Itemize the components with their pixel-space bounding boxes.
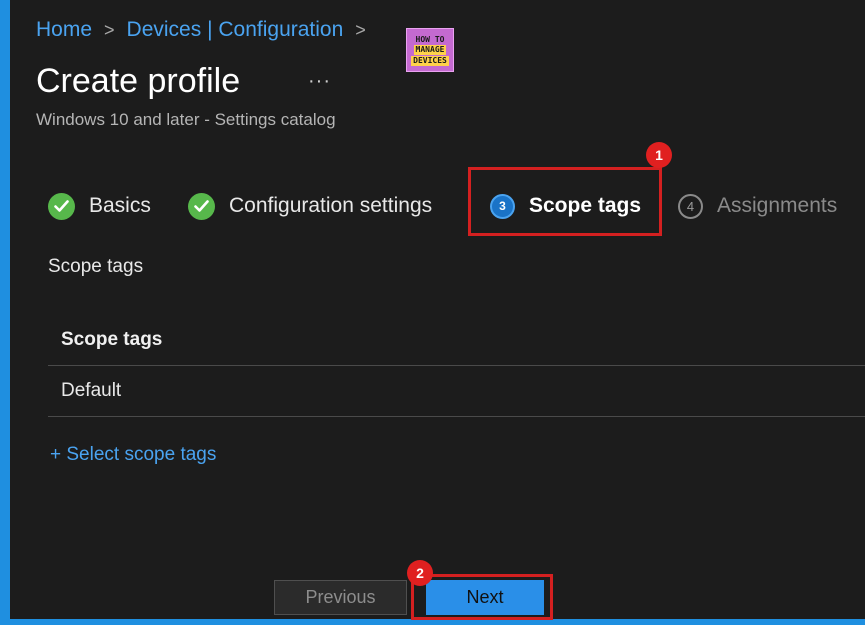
step-number-badge: 4 — [678, 193, 703, 219]
breadcrumb-separator-icon: > — [355, 19, 366, 40]
checkmark-icon — [188, 192, 215, 220]
tab-basics[interactable]: Basics — [48, 186, 151, 226]
logo-line-3: DEVICES — [411, 55, 449, 66]
annotation-badge-2: 2 — [407, 560, 433, 586]
breadcrumb-devices-configuration[interactable]: Devices | Configuration — [127, 18, 344, 42]
step-label: Assignments — [717, 194, 838, 217]
breadcrumb-home[interactable]: Home — [36, 18, 92, 42]
highlight-box-scope-tags — [468, 167, 662, 236]
logo-line-2: MANAGE — [413, 44, 447, 55]
wizard-steps: Basics Configuration settings 3 Scope ta… — [10, 186, 865, 226]
table-row: Default — [48, 366, 865, 417]
checkmark-icon — [48, 192, 75, 220]
step-label: Configuration settings — [229, 194, 433, 217]
logo-line-1: HOW TO — [415, 34, 445, 44]
blade-panel: Home > Devices | Configuration > HOW TO … — [10, 0, 865, 620]
scope-tags-table: Scope tags Default — [48, 314, 865, 417]
previous-button[interactable]: Previous — [274, 580, 407, 615]
annotation-badge-1: 1 — [646, 142, 672, 168]
select-scope-tags-link[interactable]: + Select scope tags — [50, 444, 216, 466]
breadcrumb: Home > Devices | Configuration > — [36, 16, 366, 44]
step-label: Basics — [89, 194, 151, 217]
table-header: Scope tags — [48, 314, 865, 366]
breadcrumb-separator-icon: > — [104, 19, 115, 40]
tab-assignments[interactable]: 4 Assignments — [678, 186, 837, 226]
more-options-icon[interactable]: ··· — [308, 70, 331, 93]
page-subtitle: Windows 10 and later - Settings catalog — [36, 110, 336, 129]
highlight-box-next — [411, 574, 553, 620]
how-to-manage-devices-logo: HOW TO MANAGE DEVICES — [406, 28, 454, 72]
section-label: Scope tags — [48, 256, 144, 277]
tab-configuration-settings[interactable]: Configuration settings — [188, 186, 432, 226]
page-title: Create profile — [36, 62, 241, 100]
